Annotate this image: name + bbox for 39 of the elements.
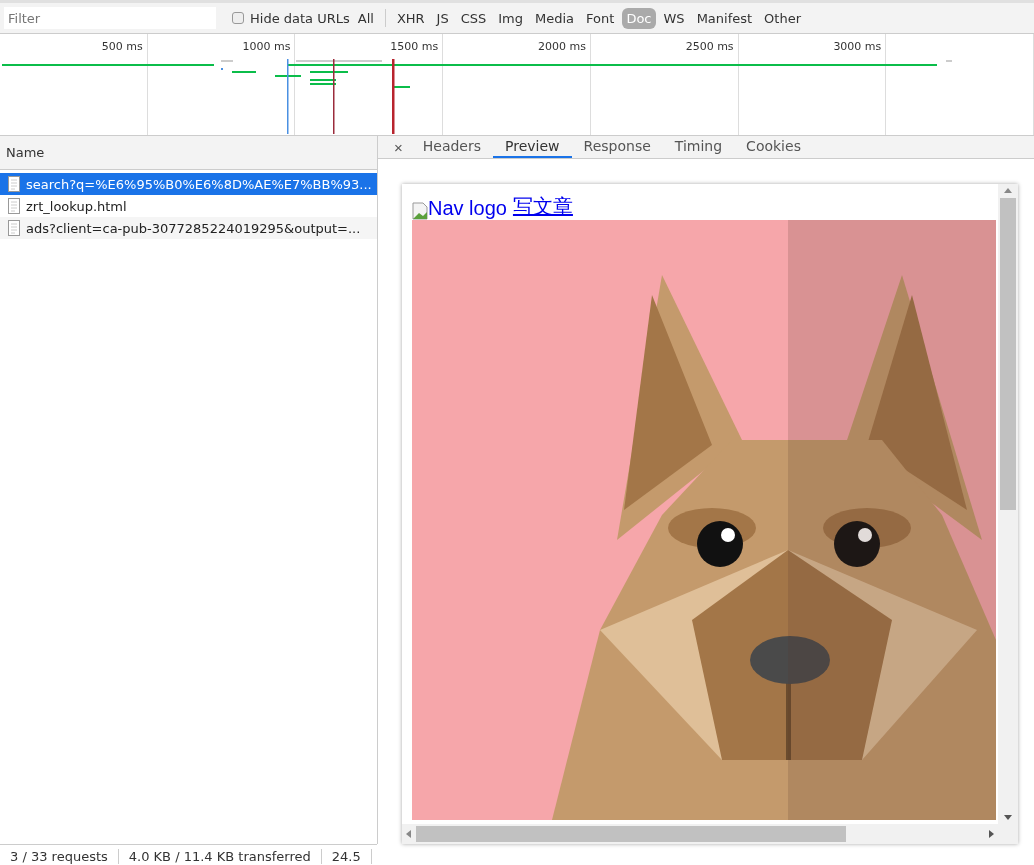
type-filter[interactable]: Other bbox=[760, 7, 806, 29]
request-row[interactable]: zrt_lookup.html bbox=[0, 195, 377, 217]
close-button[interactable]: × bbox=[386, 136, 411, 158]
filter-field[interactable]: Filter bbox=[4, 7, 216, 29]
type-filter[interactable]: Media bbox=[531, 7, 579, 29]
type-filter[interactable]: All bbox=[353, 7, 378, 29]
details-tab[interactable]: Preview bbox=[493, 136, 572, 158]
request-row[interactable]: ads?client=ca-pub-3077285224019295&output=... bbox=[0, 217, 377, 239]
hide-data-urls-checkbox[interactable]: Hide data URLs bbox=[232, 10, 350, 26]
time-tick-label: 2000 ms bbox=[537, 40, 586, 53]
vertical-scrollbar[interactable] bbox=[998, 184, 1018, 824]
time-tick-label: 1500 ms bbox=[390, 40, 439, 53]
type-filter[interactable]: Manifest bbox=[692, 7, 757, 29]
time-tick-label: 1000 ms bbox=[242, 40, 291, 53]
time-tick-label: 2500 ms bbox=[685, 40, 734, 53]
type-filter[interactable]: JS bbox=[432, 7, 453, 29]
type-filter[interactable]: WS bbox=[659, 7, 689, 29]
type-filter[interactable]: XHR bbox=[392, 7, 429, 29]
details-tab[interactable]: Cookies bbox=[734, 136, 813, 158]
status-text: 3 / 33 requests bbox=[0, 848, 119, 864]
broken-image-icon bbox=[412, 202, 428, 220]
details-tab[interactable]: Headers bbox=[410, 136, 494, 158]
status-text: 24.5 bbox=[321, 848, 372, 864]
type-filter[interactable]: Font bbox=[582, 7, 619, 29]
column-header[interactable]: Name bbox=[6, 145, 45, 160]
status-text: 4.0 KB / 11.4 KB transferred bbox=[118, 848, 322, 864]
document-icon bbox=[8, 176, 20, 192]
type-filter[interactable]: Img bbox=[494, 7, 528, 29]
horizontal-scrollbar[interactable] bbox=[402, 824, 998, 844]
request-row[interactable]: search?q=%E6%95%B0%E6%8D%AE%E7%BB%93... bbox=[0, 173, 377, 195]
write-article-link[interactable]: 写文章 bbox=[512, 193, 573, 220]
time-tick-label: 3000 ms bbox=[833, 40, 882, 53]
document-icon bbox=[8, 198, 20, 214]
document-icon bbox=[8, 220, 20, 236]
details-tab[interactable]: Timing bbox=[662, 136, 735, 158]
broken-image-alt-text[interactable]: Nav logo bbox=[412, 197, 507, 220]
details-tab[interactable]: Response bbox=[571, 136, 663, 158]
type-filter[interactable]: CSS bbox=[456, 7, 491, 29]
time-tick-label: 500 ms bbox=[101, 40, 143, 53]
